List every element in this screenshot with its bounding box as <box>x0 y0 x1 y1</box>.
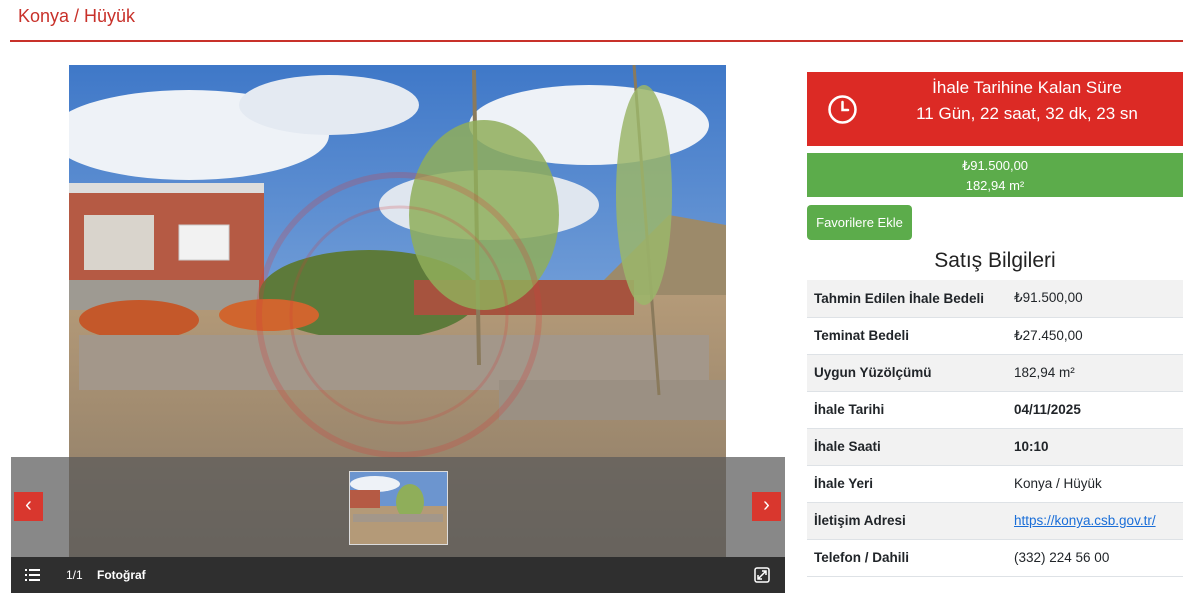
row-label: Tahmin Edilen İhale Bedeli <box>814 290 985 306</box>
next-photo-button[interactable]: › <box>752 492 781 521</box>
table-row: Telefon / Dahili (332) 224 56 00 <box>807 539 1183 576</box>
clock-icon <box>828 95 857 124</box>
sale-info-table: Tahmin Edilen İhale Bedeli ₺91.500,00 Te… <box>807 280 1183 577</box>
table-row: Tahmin Edilen İhale Bedeli ₺91.500,00 <box>807 280 1183 317</box>
row-value: 10:10 <box>1014 439 1049 454</box>
table-row: Uygun Yüzölçümü 182,94 m² <box>807 354 1183 391</box>
row-label: Teminat Bedeli <box>814 328 910 343</box>
row-value: Konya / Hüyük <box>1014 476 1102 491</box>
price-amount: ₺91.500,00 <box>961 158 1029 173</box>
row-value: 182,94 m² <box>1014 365 1075 380</box>
row-label: İletişim Adresi <box>814 513 906 528</box>
table-row: İhale Saati 10:10 <box>807 428 1183 465</box>
countdown-banner: İhale Tarihine Kalan Süre 11 Gün, 22 saa… <box>807 72 1183 146</box>
row-label: Uygun Yüzölçümü <box>814 365 932 380</box>
title-divider <box>10 40 1183 42</box>
row-value: (332) 224 56 00 <box>1014 550 1110 565</box>
table-row: İletişim Adresi https://konya.csb.gov.tr… <box>807 502 1183 539</box>
row-value: ₺91.500,00 <box>1014 290 1083 306</box>
price-summary: ₺91.500,00 182,94 m² <box>807 153 1183 197</box>
list-icon[interactable] <box>25 568 40 582</box>
gallery-toolbar: 1/1 Fotoğraf <box>11 557 785 593</box>
row-value: 04/11/2025 <box>1014 402 1081 417</box>
row-label: İhale Tarihi <box>814 402 885 417</box>
row-value: ₺27.450,00 <box>1014 327 1083 343</box>
countdown-title: İhale Tarihine Kalan Süre <box>932 78 1122 97</box>
row-label: İhale Saati <box>814 439 881 454</box>
add-favorite-button[interactable]: Favorilere Ekle <box>807 205 912 240</box>
table-row: Teminat Bedeli ₺27.450,00 <box>807 317 1183 354</box>
row-value-container: https://konya.csb.gov.tr/ <box>1007 502 1183 539</box>
contact-link[interactable]: https://konya.csb.gov.tr/ <box>1014 513 1156 528</box>
photo-gallery: ‹ › 1/1 Fotoğraf <box>11 65 785 593</box>
price-area: 182,94 m² <box>965 178 1025 193</box>
photo-thumbnail[interactable] <box>349 471 448 545</box>
page-title: Konya / Hüyük <box>18 6 136 26</box>
photo-label: Fotoğraf <box>97 568 146 582</box>
fullscreen-icon[interactable] <box>754 567 770 583</box>
thumbnail-strip <box>11 457 785 557</box>
table-row: İhale Yeri Konya / Hüyük <box>807 465 1183 502</box>
sale-info-title: Satış Bilgileri <box>934 249 1056 272</box>
previous-photo-button[interactable]: ‹ <box>14 492 43 521</box>
table-row: İhale Tarihi 04/11/2025 <box>807 391 1183 428</box>
row-label: Telefon / Dahili <box>814 550 910 565</box>
countdown-time: 11 Gün, 22 saat, 32 dk, 23 sn <box>916 104 1138 123</box>
row-label: İhale Yeri <box>814 476 874 491</box>
photo-counter: 1/1 <box>66 568 83 582</box>
